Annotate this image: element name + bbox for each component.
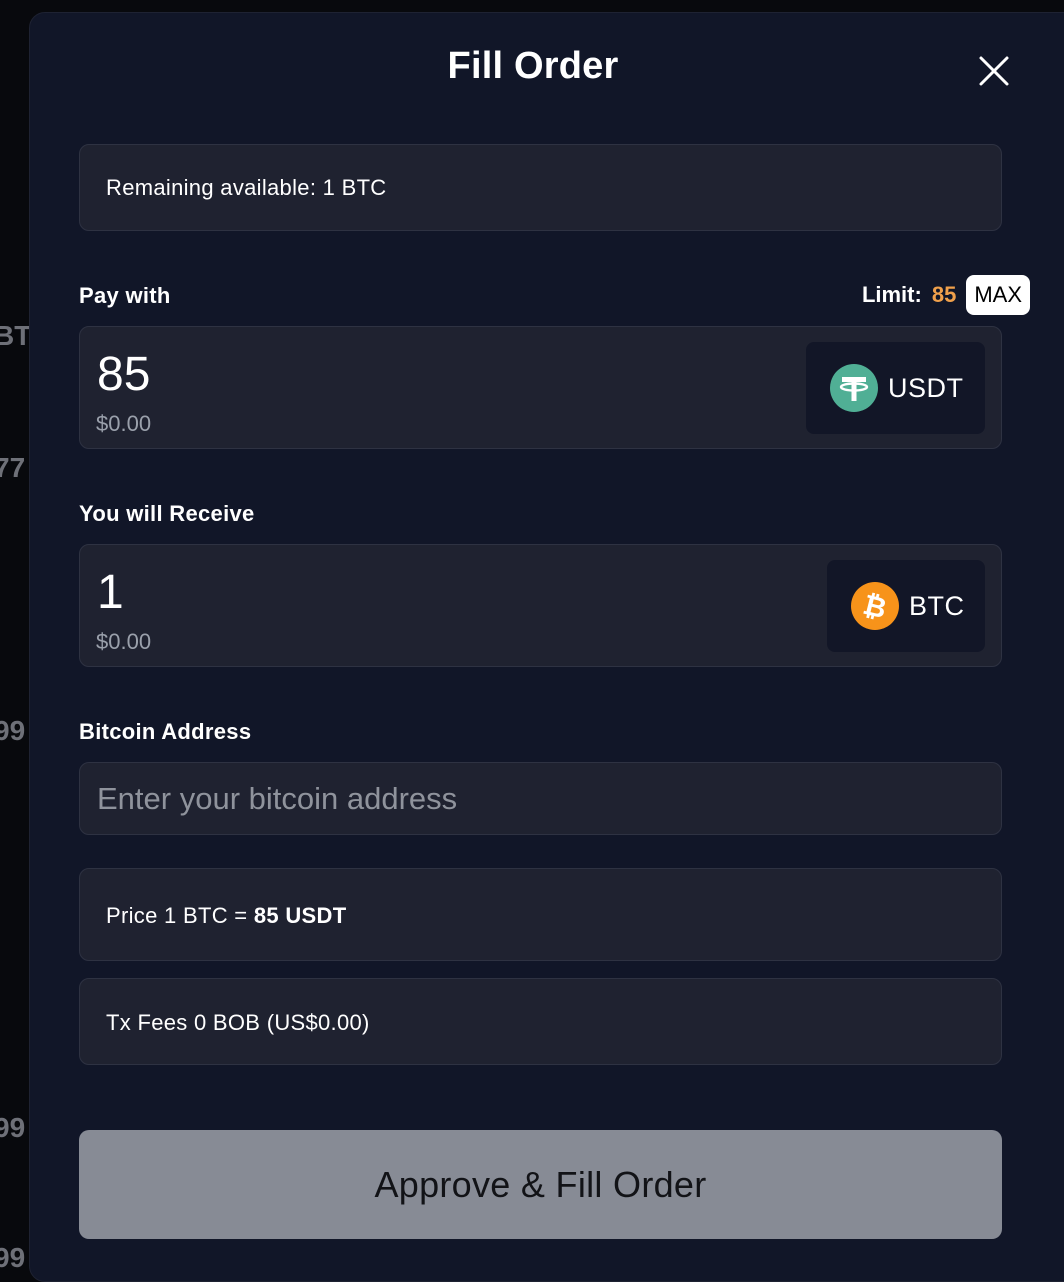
approve-fill-order-button[interactable]: Approve & Fill Order xyxy=(79,1130,1002,1239)
limit-value: 85 xyxy=(931,282,957,307)
background-text: 99 xyxy=(0,1242,26,1273)
bitcoin-icon: ₿ xyxy=(851,582,899,630)
background-text: 99 xyxy=(0,1112,26,1143)
fees-text: Tx Fees 0 BOB (US$0.00) xyxy=(106,1010,370,1035)
bitcoin-address-input[interactable] xyxy=(79,762,1002,835)
background-text: 77 xyxy=(0,452,26,483)
limit-label: Limit: xyxy=(861,282,922,307)
remaining-available-text: Remaining available: 1 BTC xyxy=(106,175,387,200)
price-panel: Price 1 BTC = 85 USDT xyxy=(79,868,1002,961)
receive-usd-value: $0.00 xyxy=(96,629,152,654)
receive-amount-panel: $0.00 ₿ BTC xyxy=(79,544,1002,667)
close-icon xyxy=(979,56,1009,86)
pay-token-selector[interactable]: USDT xyxy=(806,342,985,434)
price-value: 85 USDT xyxy=(253,903,347,928)
receive-token-selector[interactable]: ₿ BTC xyxy=(827,560,985,652)
receive-amount-input[interactable] xyxy=(97,565,697,620)
pay-amount-panel: $0.00 USDT xyxy=(79,326,1002,449)
tether-icon xyxy=(830,364,878,412)
bitcoin-address-label: Bitcoin Address xyxy=(79,719,252,744)
remaining-available-panel: Remaining available: 1 BTC xyxy=(79,144,1002,231)
pay-amount-input[interactable] xyxy=(97,347,697,402)
pay-token-symbol: USDT xyxy=(888,372,964,403)
receive-token-symbol: BTC xyxy=(909,590,965,621)
receive-label: You will Receive xyxy=(79,501,255,526)
fill-order-modal: Fill Order Remaining available: 1 BTC Pa… xyxy=(29,12,1064,1282)
max-button[interactable]: MAX xyxy=(966,275,1030,315)
price-text: Price 1 BTC = 85 USDT xyxy=(106,903,346,929)
pay-usd-value: $0.00 xyxy=(96,411,152,436)
pay-with-label: Pay with xyxy=(79,283,171,308)
background-text: 99 xyxy=(0,715,26,746)
modal-title: Fill Order xyxy=(447,45,619,87)
close-button[interactable] xyxy=(977,54,1011,88)
fees-panel: Tx Fees 0 BOB (US$0.00) xyxy=(79,978,1002,1065)
limit-row: Limit: 85 MAX xyxy=(862,275,1030,315)
svg-text:₿: ₿ xyxy=(860,588,890,626)
price-prefix: Price 1 BTC = xyxy=(106,903,254,928)
